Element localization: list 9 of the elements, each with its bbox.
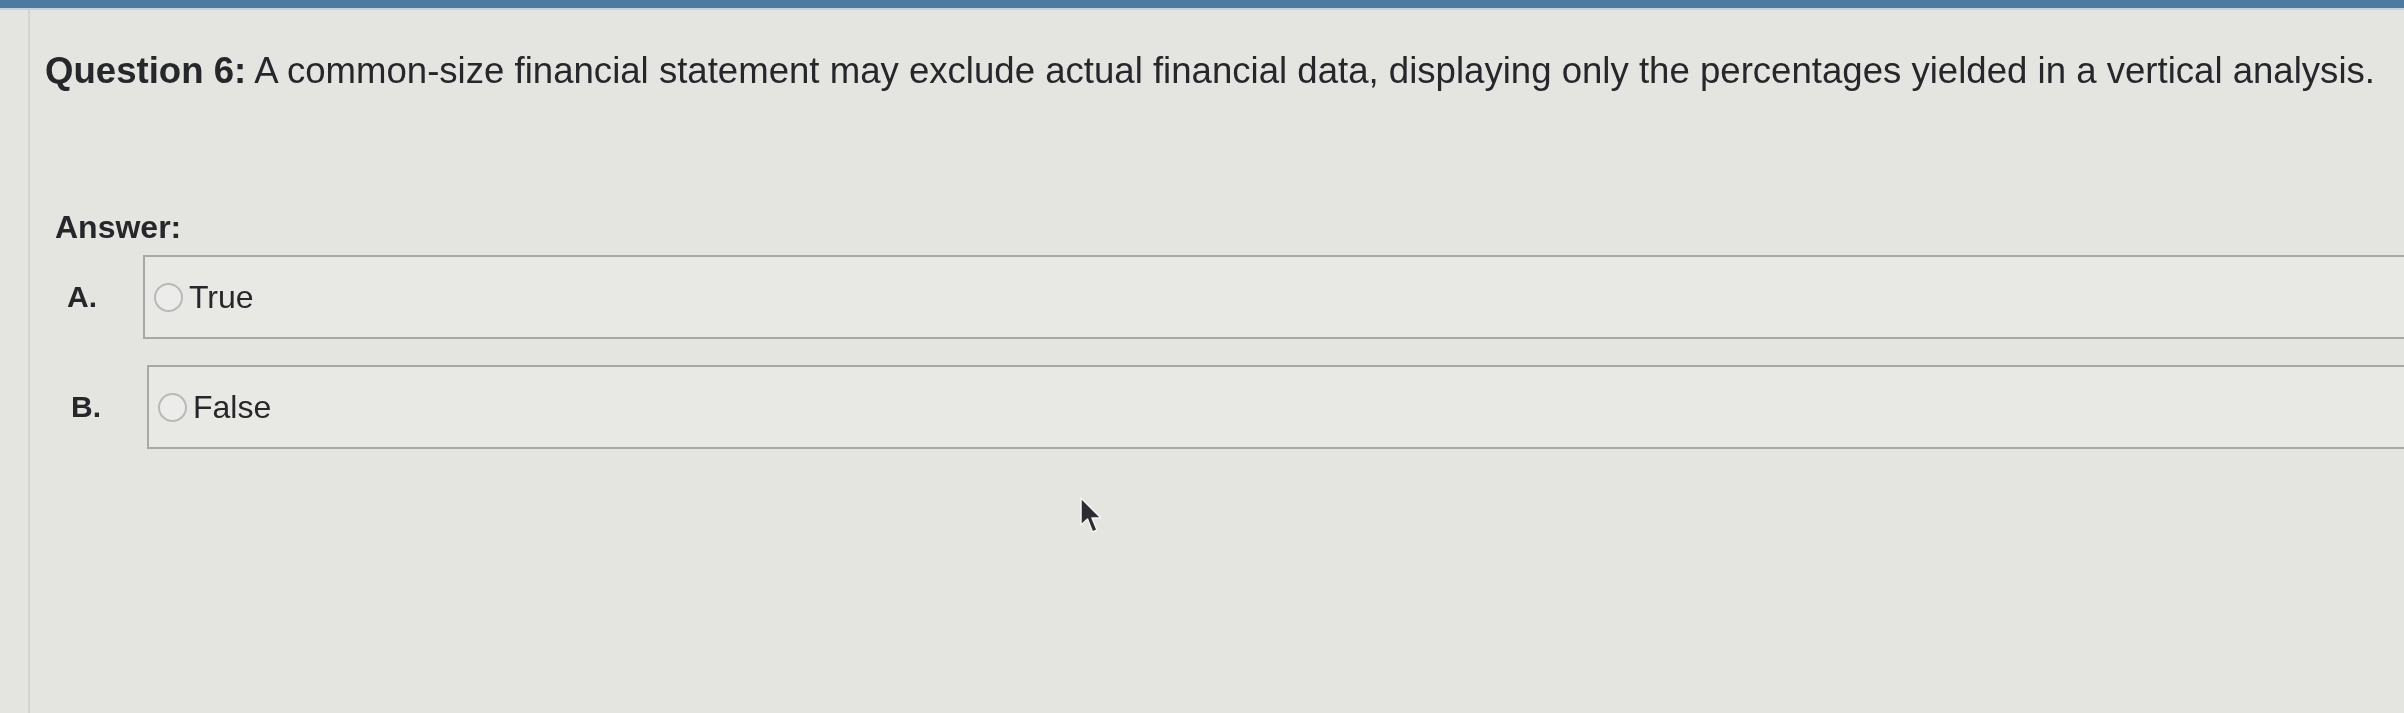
option-letter: A. [66,280,98,314]
answer-label: Answer: [55,209,183,245]
option-label: True [189,278,254,317]
option-label: False [193,388,272,427]
option-letter: B. [70,390,102,424]
question-text: Question 6: A common-size financial statement may exclude actual financial data, displaying only the percentages yielded in a vertical analysis. [45,49,2376,92]
radio-button[interactable] [158,392,187,422]
cursor-icon [1079,497,1103,535]
radio-button[interactable] [154,282,183,312]
